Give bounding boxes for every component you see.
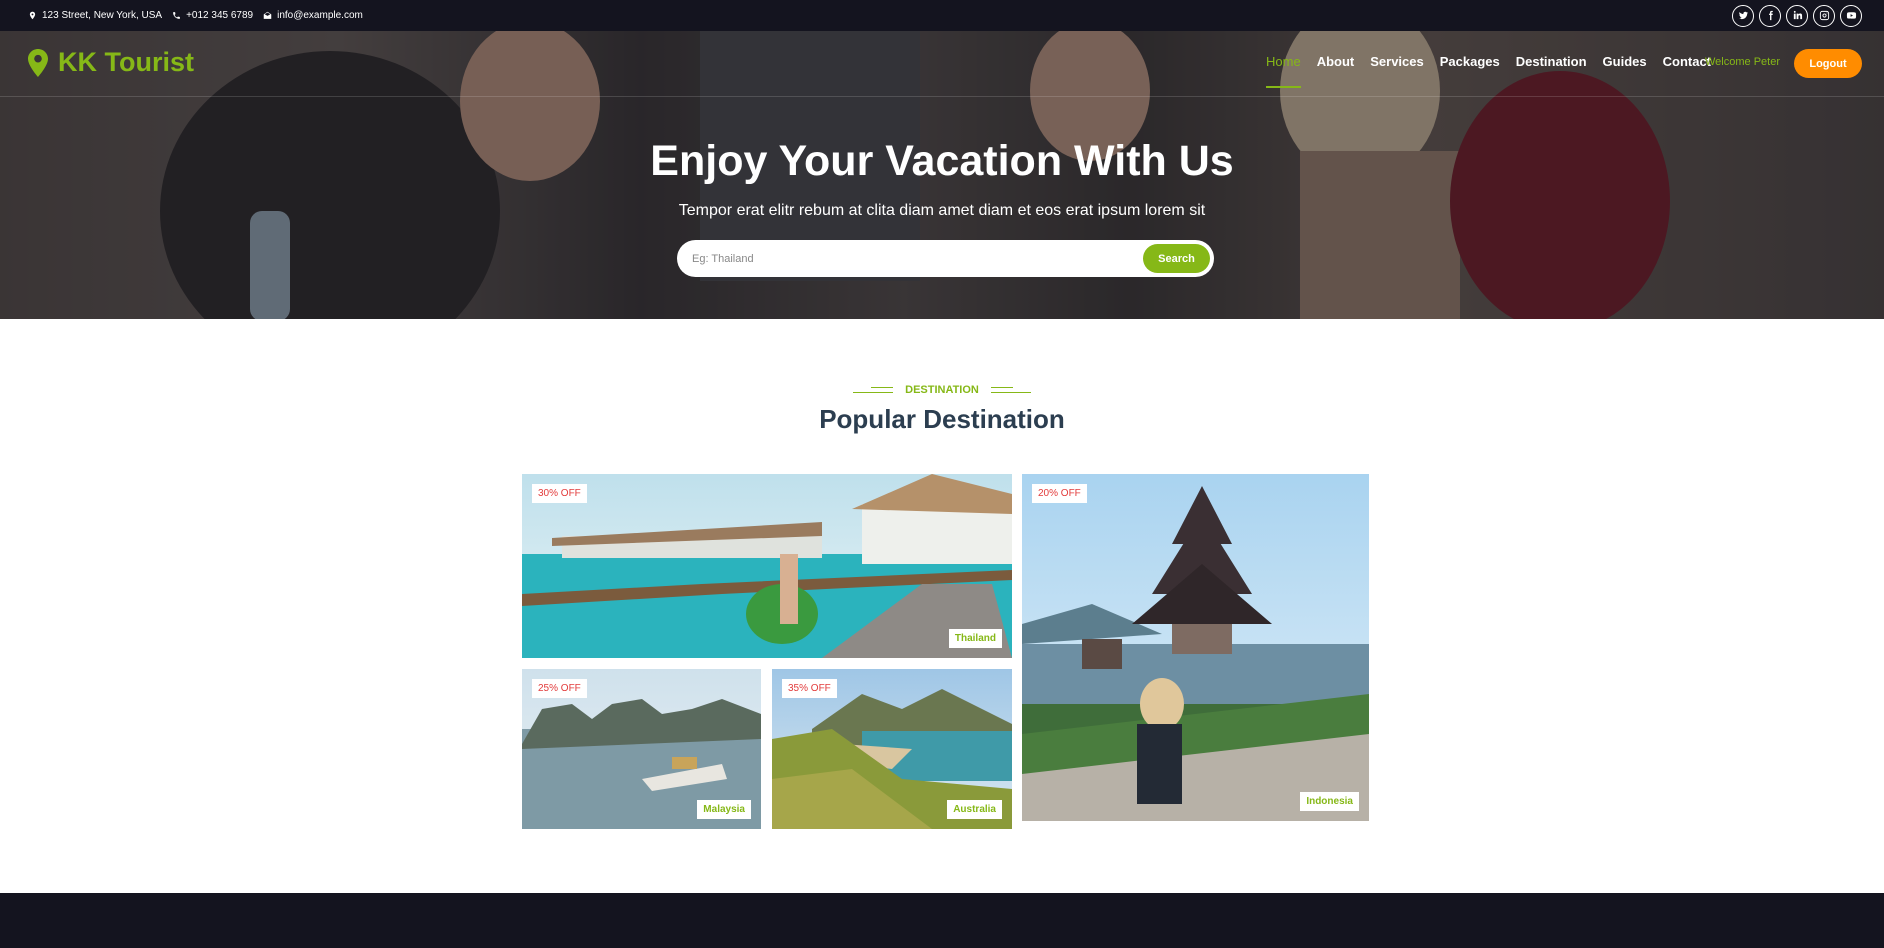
instagram-icon — [1819, 10, 1829, 21]
nav-guides[interactable]: Guides — [1603, 54, 1647, 69]
instagram-link[interactable] — [1813, 4, 1835, 27]
search-button[interactable]: Search — [1143, 244, 1210, 273]
email: info@example.com — [263, 10, 363, 21]
discount-badge: 30% OFF — [532, 484, 587, 503]
facebook-link[interactable] — [1759, 4, 1781, 27]
map-marker-icon — [28, 48, 48, 77]
welcome-message: Welcome Peter — [1705, 56, 1780, 68]
twitter-icon — [1738, 11, 1748, 20]
youtube-icon — [1846, 12, 1856, 19]
destination-label[interactable]: Australia — [947, 800, 1002, 819]
search-bar: Search — [677, 240, 1214, 277]
address: 123 Street, New York, USA — [28, 10, 162, 21]
footer — [0, 893, 1884, 948]
nav-home[interactable]: Home — [1266, 54, 1301, 88]
hero-subtitle: Tempor erat elitr rebum at clita diam am… — [678, 202, 1206, 219]
nav-packages[interactable]: Packages — [1440, 54, 1500, 69]
phone-icon — [173, 12, 180, 19]
nav-services[interactable]: Services — [1370, 54, 1424, 69]
discount-badge: 25% OFF — [532, 679, 587, 698]
destination-label[interactable]: Thailand — [948, 629, 1002, 648]
destination-label[interactable]: Malaysia — [697, 800, 751, 819]
nav-about[interactable]: About — [1317, 54, 1355, 69]
indonesia-image — [1022, 474, 1369, 821]
social-links — [1732, 4, 1862, 27]
email-text: info@example.com — [277, 10, 363, 21]
logout-button[interactable]: Logout — [1794, 49, 1862, 78]
destination-card-thailand[interactable]: 30% OFF Thailand — [522, 474, 1012, 658]
decor-lines-right — [990, 387, 1031, 393]
address-text: 123 Street, New York, USA — [42, 10, 163, 21]
phone-text: +012 345 6789 — [186, 10, 254, 21]
hero-section: KK Tourist Home About Services Packages … — [0, 31, 1884, 319]
nav-destination[interactable]: Destination — [1516, 54, 1587, 69]
linkedin-icon — [1793, 10, 1802, 20]
youtube-link[interactable] — [1840, 4, 1862, 27]
decor-lines-left — [853, 387, 894, 393]
main-menu: Home About Services Packages Destination… — [1266, 54, 1711, 88]
section-label-text: DESTINATION — [905, 384, 979, 396]
brand-logo[interactable]: KK Tourist — [28, 47, 194, 78]
brand-name: KK Tourist — [58, 47, 194, 77]
nav-contact[interactable]: Contact — [1663, 54, 1711, 69]
destination-label[interactable]: Indonesia — [1300, 792, 1359, 811]
phone: +012 345 6789 — [172, 10, 253, 21]
destination-card-indonesia[interactable]: 20% OFF Indonesia — [1022, 474, 1369, 821]
destination-card-malaysia[interactable]: 25% OFF Malaysia — [522, 669, 761, 829]
section-title: Popular Destination — [819, 404, 1065, 434]
discount-badge: 35% OFF — [782, 679, 837, 698]
facebook-icon — [1768, 10, 1773, 21]
discount-badge: 20% OFF — [1032, 484, 1087, 503]
navbar: KK Tourist Home About Services Packages … — [0, 31, 1884, 97]
contact-info: 123 Street, New York, USA +012 345 6789 … — [28, 10, 363, 21]
destination-card-australia[interactable]: 35% OFF Australia — [772, 669, 1012, 829]
twitter-link[interactable] — [1732, 4, 1754, 27]
section-label: DESTINATION — [0, 384, 1884, 396]
linkedin-link[interactable] — [1786, 4, 1808, 27]
envelope-open-icon — [263, 11, 272, 19]
search-input[interactable] — [692, 252, 1214, 265]
hero-title: Enjoy Your Vacation With Us — [650, 137, 1234, 185]
map-marker-icon — [29, 11, 36, 20]
thailand-image — [522, 474, 1012, 658]
top-bar: 123 Street, New York, USA +012 345 6789 … — [0, 0, 1884, 31]
